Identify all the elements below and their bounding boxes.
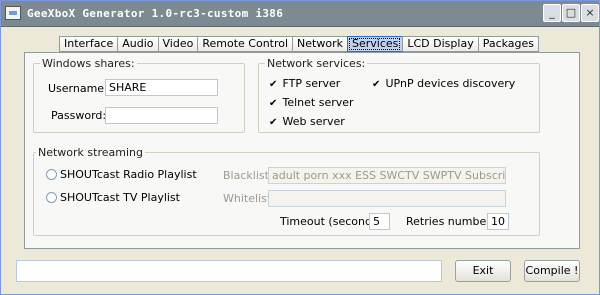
services-panel: Windows shares: Username: SHARE Password…: [24, 52, 580, 249]
check-icon: ✔: [269, 79, 278, 90]
tab-packages[interactable]: Packages: [477, 36, 540, 52]
password-label: Password:: [51, 109, 107, 122]
retries-label: Retries number:: [406, 215, 495, 228]
telnet-server-label: Telnet server: [282, 96, 354, 109]
check-icon: ✔: [269, 98, 278, 109]
check-icon: ✔: [269, 117, 278, 128]
blacklist-field[interactable]: adult porn xxx ESS SWCTV SWPTV Subscript…: [268, 167, 506, 184]
username-label: Username:: [48, 82, 108, 95]
check-icon: ✔: [372, 79, 381, 90]
windows-shares-title: Windows shares:: [40, 57, 137, 70]
exit-button[interactable]: Exit: [455, 260, 511, 282]
timeout-field[interactable]: 5: [369, 213, 390, 230]
tab-bar: Interface Audio Video Remote Control Net…: [59, 36, 540, 52]
web-server-label: Web server: [282, 115, 345, 128]
timeout-label: Timeout (second):: [280, 215, 380, 228]
network-services-group: Network services: ✔ FTP server ✔ UPnP de…: [258, 57, 540, 133]
telnet-server-checkbox[interactable]: ✔ Telnet server: [269, 96, 354, 109]
ftp-server-checkbox[interactable]: ✔ FTP server: [269, 77, 340, 90]
status-field[interactable]: [16, 260, 442, 282]
password-field[interactable]: [105, 107, 218, 124]
tab-network[interactable]: Network: [292, 36, 347, 52]
title-bar[interactable]: GeeXboX Generator 1.0-rc3-custom i386 _ …: [1, 1, 599, 27]
network-streaming-group: Network streaming SHOUTcast Radio Playli…: [33, 146, 540, 236]
retries-field[interactable]: 10: [487, 213, 509, 230]
tab-interface[interactable]: Interface: [59, 36, 118, 52]
shoutcast-tv-label: SHOUTcast TV Playlist: [60, 191, 180, 204]
tab-remote-control[interactable]: Remote Control: [197, 36, 293, 52]
blacklist-label: Blacklist:: [223, 169, 273, 182]
ftp-server-label: FTP server: [282, 77, 341, 90]
app-window: GeeXboX Generator 1.0-rc3-custom i386 _ …: [0, 0, 600, 295]
tab-services[interactable]: Services: [346, 36, 403, 52]
network-streaming-title: Network streaming: [36, 146, 145, 159]
tab-audio[interactable]: Audio: [117, 36, 158, 52]
shoutcast-radio-label: SHOUTcast Radio Playlist: [60, 168, 197, 181]
minimize-button[interactable]: _: [543, 4, 561, 22]
radio-icon: [46, 169, 57, 180]
shoutcast-radio-radio[interactable]: SHOUTcast Radio Playlist: [46, 168, 197, 181]
maximize-button[interactable]: □: [562, 4, 580, 22]
shoutcast-tv-radio[interactable]: SHOUTcast TV Playlist: [46, 191, 180, 204]
upnp-discovery-label: UPnP devices discovery: [385, 77, 516, 90]
compile-button[interactable]: Compile !: [524, 260, 580, 282]
tab-lcd-display[interactable]: LCD Display: [402, 36, 478, 52]
app-icon: [5, 6, 21, 20]
username-field[interactable]: SHARE: [105, 79, 218, 96]
web-server-checkbox[interactable]: ✔ Web server: [269, 115, 345, 128]
upnp-discovery-checkbox[interactable]: ✔ UPnP devices discovery: [372, 77, 515, 90]
radio-icon: [46, 192, 57, 203]
window-title: GeeXboX Generator 1.0-rc3-custom i386: [27, 7, 284, 20]
whitelist-field[interactable]: [268, 190, 506, 207]
close-button[interactable]: ×: [581, 4, 599, 22]
network-services-title: Network services:: [265, 57, 368, 70]
windows-shares-group: Windows shares: Username: SHARE Password…: [33, 57, 245, 133]
tab-video[interactable]: Video: [157, 36, 198, 52]
